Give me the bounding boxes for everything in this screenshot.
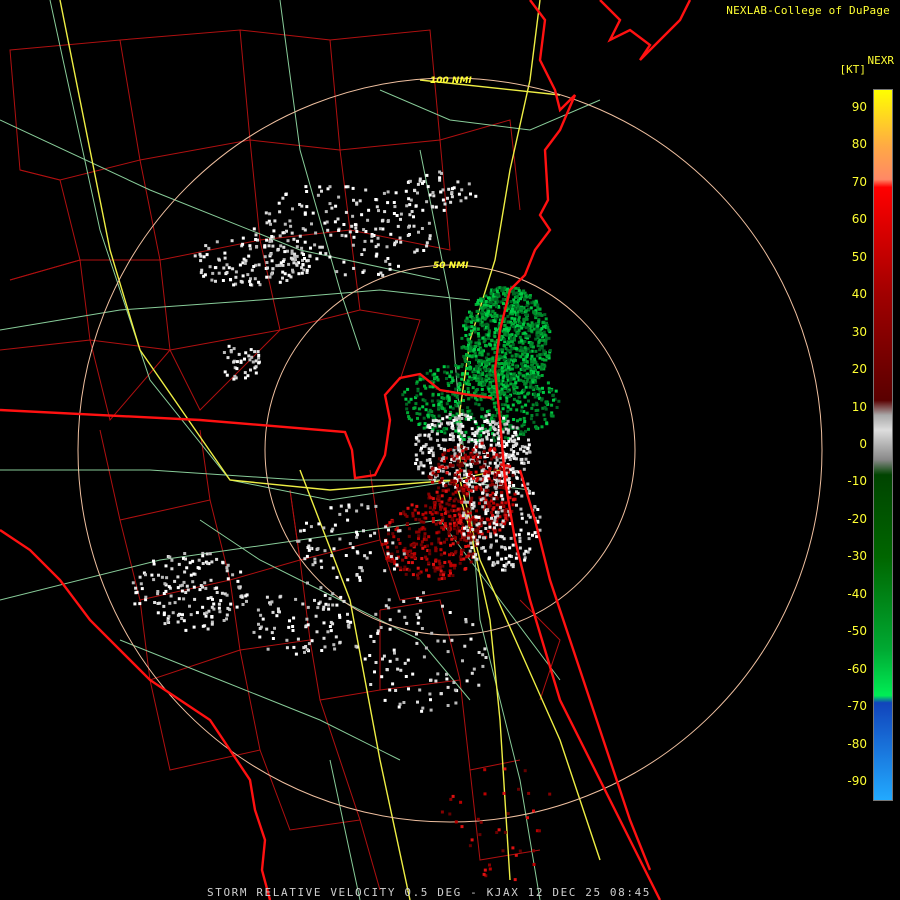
colorbar-tick: 80 [851, 137, 867, 152]
colorbar-tick: -30 [847, 549, 867, 564]
ring-label-50: 50 NMI [433, 261, 469, 271]
colorbar-tick: 70 [851, 174, 867, 189]
colorbar-tick: -60 [847, 661, 867, 676]
velocity-colorbar [873, 89, 893, 801]
colorbar-tick: 30 [851, 324, 867, 339]
credit-label: NEXLAB-College of DuPage [726, 4, 890, 17]
colorbar-tick: 10 [851, 399, 867, 414]
units-label: [KT] [839, 63, 867, 76]
colorbar-tick: -70 [847, 699, 867, 714]
product-footer: STORM RELATIVE VELOCITY 0.5 DEG - KJAX 1… [207, 886, 652, 899]
colorbar-tick: -50 [847, 624, 867, 639]
coastline-north [599, 0, 692, 61]
colorbar-tick: 20 [851, 362, 867, 377]
colorbar-tick: -90 [847, 774, 867, 789]
colorbar-tick: 40 [851, 287, 867, 302]
radar-echoes [131, 170, 561, 882]
colorbar-tick: 50 [851, 249, 867, 264]
coastline-west [0, 529, 272, 900]
colorbar-tick: 0 [859, 437, 867, 451]
colorbar-tick: 90 [851, 99, 867, 114]
ring-label-100: 100 NMI [430, 76, 472, 86]
colorbar-tick: -80 [847, 736, 867, 751]
colorbar-tick: 60 [851, 212, 867, 227]
state-and-coast-boundaries [0, 0, 692, 900]
colorbar-tick: -40 [847, 586, 867, 601]
colorbar-tick: -20 [847, 511, 867, 526]
radar-map: 100 NMI 50 NMI [0, 0, 823, 900]
colorbar-tick: -10 [847, 474, 867, 489]
product-label: NEXR [867, 54, 895, 67]
